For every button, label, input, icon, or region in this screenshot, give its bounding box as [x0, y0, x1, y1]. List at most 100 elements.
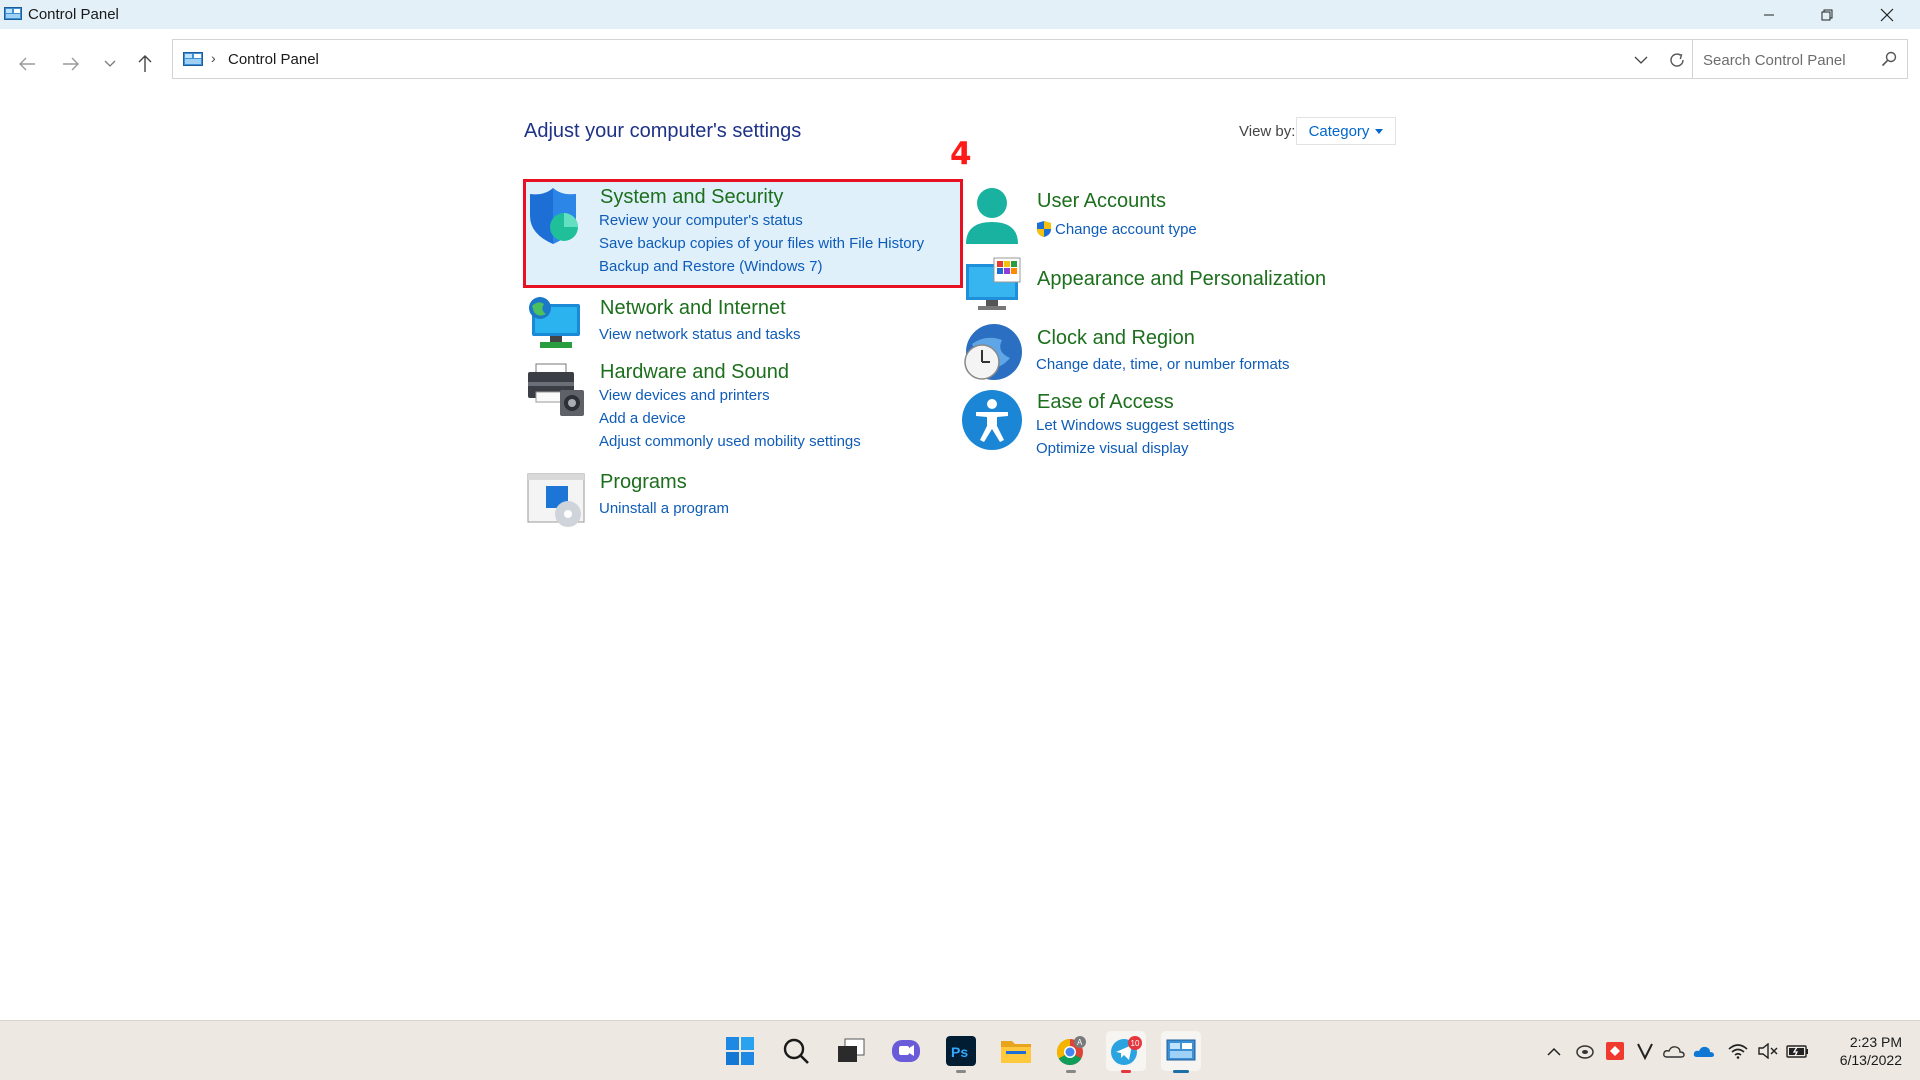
category-clock-and-region: Clock and Region Change date, time, or n…	[962, 322, 1392, 384]
refresh-icon	[1670, 53, 1684, 67]
onedrive-outline-icon	[1663, 1046, 1685, 1058]
link-mobility-settings[interactable]: Adjust commonly used mobility settings	[599, 433, 861, 450]
volume-button[interactable]	[1756, 1039, 1780, 1063]
tray-app-icon[interactable]	[1573, 1039, 1597, 1063]
battery-button[interactable]	[1786, 1039, 1810, 1063]
arrow-up-icon	[138, 55, 152, 72]
category-network-and-internet: Network and Internet View network status…	[526, 294, 956, 354]
arrow-right-icon	[63, 57, 79, 71]
file-explorer-button[interactable]	[996, 1031, 1036, 1071]
refresh-button[interactable]	[1665, 48, 1689, 72]
link-windows-suggest-settings[interactable]: Let Windows suggest settings	[1036, 417, 1234, 434]
control-panel-icon	[183, 52, 203, 66]
search-icon	[783, 1038, 809, 1064]
battery-charging-icon	[1786, 1045, 1808, 1058]
breadcrumb-control-panel[interactable]: Control Panel	[228, 51, 319, 68]
show-hidden-icons-button[interactable]	[1542, 1039, 1566, 1063]
onedrive-icon	[1693, 1046, 1714, 1057]
taskbar-clock[interactable]: 2:23 PM 6/13/2022	[1822, 1033, 1902, 1069]
chrome-profile-badge: A	[1077, 1038, 1083, 1047]
title-bar: Control Panel	[0, 0, 1920, 29]
link-uninstall-program[interactable]: Uninstall a program	[599, 500, 729, 517]
uac-shield-icon	[1037, 221, 1051, 237]
vpn-v-icon	[1637, 1043, 1653, 1060]
anydesk-icon	[1606, 1042, 1624, 1060]
back-button[interactable]	[12, 49, 42, 79]
chat-button[interactable]	[886, 1031, 926, 1071]
category-user-accounts: User Accounts Change account type	[962, 186, 1392, 248]
tray-v-icon[interactable]	[1633, 1039, 1657, 1063]
link-optimize-visual-display[interactable]: Optimize visual display	[1036, 440, 1189, 457]
window-title: Control Panel	[28, 6, 119, 23]
step-annotation: 4	[950, 136, 972, 172]
chevron-down-icon	[1634, 56, 1648, 64]
link-network-status[interactable]: View network status and tasks	[599, 326, 801, 343]
arrow-left-icon	[19, 57, 35, 71]
chevron-up-icon	[1547, 1047, 1561, 1056]
address-dropdown-button[interactable]	[1631, 50, 1651, 70]
chevron-down-icon	[104, 60, 116, 67]
link-change-account-type[interactable]: Change account type	[1055, 221, 1197, 238]
category-title-user-accounts[interactable]: User Accounts	[1037, 190, 1166, 213]
category-system-and-security: System and Security Review your computer…	[526, 186, 956, 282]
control-panel-icon	[1166, 1039, 1196, 1061]
close-button[interactable]	[1858, 0, 1916, 29]
link-date-time-formats[interactable]: Change date, time, or number formats	[1036, 356, 1289, 373]
restore-button[interactable]	[1798, 0, 1856, 29]
shield-icon	[530, 188, 578, 244]
forward-button[interactable]	[56, 49, 86, 79]
chrome-button[interactable]: A	[1051, 1031, 1091, 1073]
breadcrumb-separator: ›	[211, 50, 216, 66]
link-review-status[interactable]: Review your computer's status	[599, 212, 803, 229]
running-indicator	[1173, 1070, 1189, 1073]
category-programs: Programs Uninstall a program	[526, 470, 956, 530]
category-appearance-and-personalization: Appearance and Personalization	[962, 256, 1392, 312]
start-button[interactable]	[720, 1031, 760, 1071]
taskbar: Ps A 10 2:23 PM 6/13/2022	[0, 1020, 1920, 1080]
task-view-button[interactable]	[831, 1031, 871, 1071]
telegram-badge: 10	[1131, 1039, 1140, 1048]
category-title-ease-of-access[interactable]: Ease of Access	[1037, 391, 1174, 414]
search-icon[interactable]	[1881, 51, 1897, 67]
clock-time: 2:23 PM	[1849, 1034, 1902, 1050]
folder-icon	[1001, 1041, 1031, 1063]
address-bar[interactable]: › Control Panel	[172, 39, 1696, 79]
task-view-icon	[838, 1038, 865, 1062]
tray-onedrive-personal-icon[interactable]	[1662, 1039, 1686, 1063]
taskbar-search-button[interactable]	[776, 1031, 816, 1071]
photoshop-icon: Ps	[946, 1036, 976, 1066]
category-title-network-and-internet[interactable]: Network and Internet	[600, 297, 786, 320]
link-file-history[interactable]: Save backup copies of your files with Fi…	[599, 235, 924, 252]
tray-anydesk-icon[interactable]	[1603, 1039, 1627, 1063]
link-backup-restore[interactable]: Backup and Restore (Windows 7)	[599, 258, 822, 275]
programs-icon	[527, 473, 585, 527]
category-title-hardware-and-sound[interactable]: Hardware and Sound	[600, 361, 789, 384]
chat-icon	[892, 1040, 920, 1062]
category-ease-of-access: Ease of Access Let Windows suggest setti…	[962, 390, 1392, 460]
photoshop-button[interactable]: Ps	[941, 1031, 981, 1073]
up-button[interactable]	[130, 49, 160, 79]
search-box[interactable]	[1692, 39, 1908, 79]
category-title-clock-and-region[interactable]: Clock and Region	[1037, 327, 1195, 350]
link-add-device[interactable]: Add a device	[599, 410, 686, 427]
personalization-monitor-icon	[966, 257, 1021, 310]
category-hardware-and-sound: Hardware and Sound View devices and prin…	[526, 360, 956, 456]
minimize-icon	[1764, 14, 1774, 15]
recent-locations-button[interactable]	[95, 49, 125, 79]
telegram-button[interactable]: 10	[1106, 1031, 1146, 1073]
tray-onedrive-icon[interactable]	[1692, 1039, 1716, 1063]
photoshop-label: Ps	[951, 1044, 968, 1060]
view-by-value: Category	[1308, 122, 1370, 140]
control-panel-taskbar-button[interactable]	[1161, 1031, 1201, 1073]
category-title-programs[interactable]: Programs	[600, 471, 687, 494]
restore-icon	[1821, 9, 1833, 20]
view-by-dropdown[interactable]: Category	[1296, 117, 1396, 145]
link-devices-printers[interactable]: View devices and printers	[599, 387, 770, 404]
minimize-button[interactable]	[1740, 0, 1798, 29]
running-indicator	[1121, 1070, 1131, 1073]
search-input[interactable]	[1701, 48, 1875, 72]
wifi-button[interactable]	[1726, 1039, 1750, 1063]
user-icon	[966, 188, 1018, 244]
category-title-appearance-and-personalization[interactable]: Appearance and Personalization	[1037, 268, 1326, 291]
category-title-system-and-security[interactable]: System and Security	[600, 186, 783, 209]
